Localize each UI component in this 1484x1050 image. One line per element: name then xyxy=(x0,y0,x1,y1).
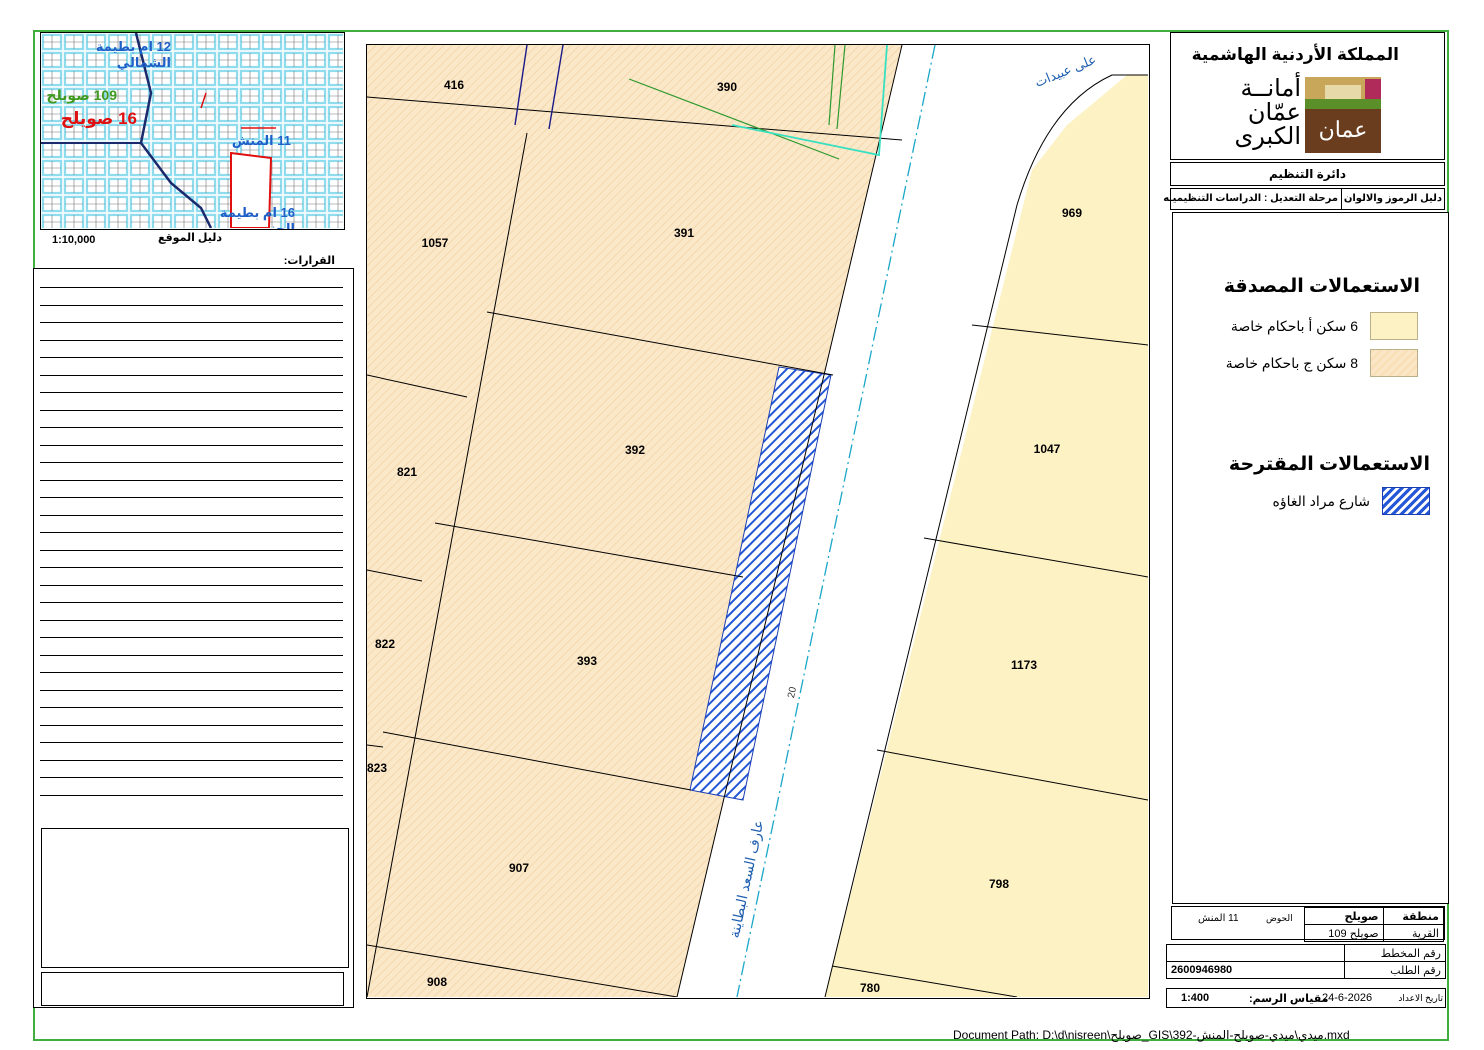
department-name: دائرة التنظيم xyxy=(1268,167,1347,181)
swatch-residential-c xyxy=(1370,349,1418,377)
parcel-number: 391 xyxy=(674,226,694,240)
legend-label: 6 سكن أ باحكام خاصة xyxy=(1230,317,1358,334)
location-map-title: دليل الموقع xyxy=(157,232,222,244)
decisions-label: القرارات: xyxy=(283,255,335,267)
plan-request-table: رقم المخطط رقم الطلب 2600946980 xyxy=(1166,944,1446,979)
location-label-um-butaima-north: 12 ام بطيمة الشمالي xyxy=(95,39,171,70)
prep-date-value: 24-6-2026 xyxy=(1322,992,1373,1004)
scale-label: مقياس الرسم: xyxy=(1249,993,1329,1005)
legend-label: شارع مراد الغاؤه xyxy=(1272,492,1370,509)
parcel-number: 907 xyxy=(509,861,529,875)
parcel-number: 1057 xyxy=(422,236,449,250)
parcel-number: 390 xyxy=(717,80,737,94)
parcel-map: 416 390 391 1057 821 392 822 393 823 907… xyxy=(367,45,1149,998)
zone-table: منطقة صويلح القرية صويلح 109 xyxy=(1304,907,1445,942)
parcel-number: 416 xyxy=(444,78,464,92)
parcel-number: 823 xyxy=(367,761,387,775)
basin-value: 11 المنش xyxy=(1198,913,1239,924)
legend-guide-label: دليل الرموز والالوان xyxy=(1343,193,1442,204)
location-label-sweileh-16: 16 صويلح xyxy=(60,109,137,128)
date-scale-box: تاريخ الاعداد 24-6-2026 مقياس الرسم: 1:4… xyxy=(1166,988,1446,1008)
parcel-number: 908 xyxy=(427,975,447,989)
request-no-value: 2600946980 xyxy=(1166,961,1345,979)
request-no-label: رقم الطلب xyxy=(1344,961,1446,979)
approved-uses-title: الاستعمالات المصدقة xyxy=(1223,276,1420,297)
street-width-label: 20 xyxy=(786,685,799,699)
legend-item-road-cancel: شارع مراد الغاؤه xyxy=(1272,487,1430,515)
zone-value: صويلح xyxy=(1304,907,1384,925)
swatch-road-cancel xyxy=(1382,487,1430,515)
gam-logo-icon: عمان xyxy=(1305,77,1381,153)
stamp-box xyxy=(41,972,344,1006)
legend-label: 8 سكن ج باحكام خاصة xyxy=(1225,354,1358,371)
legend-header-box: دليل الرموز والالوان مرحلة التعديل : الد… xyxy=(1163,188,1445,210)
parcel-number: 392 xyxy=(625,443,645,457)
parcel-number: 780 xyxy=(860,981,880,995)
parcel-number: 821 xyxy=(397,465,417,479)
plan-no-label: رقم المخطط xyxy=(1344,944,1446,962)
parcel-number: 1047 xyxy=(1034,442,1061,456)
proposed-uses-title: الاستعمالات المقترحة xyxy=(1228,454,1430,475)
legend-item-residential-c: 8 سكن ج باحكام خاصة xyxy=(1226,349,1418,377)
swatch-residential-a xyxy=(1370,312,1418,340)
village-label: القرية xyxy=(1382,924,1445,942)
location-label-um-butaima-south: 16 ام بطيمة الجنوبي xyxy=(219,205,295,230)
parcel-number: 798 xyxy=(989,877,1009,891)
logo-text-alkubra: الكبرى xyxy=(1234,123,1301,150)
logo-text-amman: عمّان xyxy=(1247,99,1301,126)
logo-text-amanah: أمانــة xyxy=(1240,75,1301,102)
location-label-sweileh-109: 109 صويلح xyxy=(46,87,117,103)
legend-box: الاستعمالات المصدقة 6 سكن أ باحكام خاصة … xyxy=(1172,212,1449,904)
plan-no-value xyxy=(1166,944,1345,962)
title-block: المملكة الأردنية الهاشمية أمانــة عمّان … xyxy=(1170,32,1445,160)
parcel-number: 393 xyxy=(577,654,597,668)
parcel-number: 1173 xyxy=(1011,658,1037,672)
amendment-stage: مرحلة التعديل : الدراسات التنظيميـه xyxy=(1163,193,1338,204)
signature-box xyxy=(41,828,349,968)
decisions-lines xyxy=(40,287,343,812)
prep-date-label: تاريخ الاعداد xyxy=(1398,993,1443,1003)
scale-value: 1:400 xyxy=(1181,992,1210,1004)
department-box: دائرة التنظيم xyxy=(1170,162,1445,186)
parcel-info-box: منطقة صويلح القرية صويلح 109 الحوض 11 المن… xyxy=(1171,906,1445,942)
svg-text:عمان: عمان xyxy=(1319,117,1368,142)
basin-label: الحوض xyxy=(1266,913,1293,923)
zone-label: منطقة xyxy=(1382,907,1445,925)
village-value: صويلح 109 xyxy=(1304,924,1384,942)
location-label-manshi-11: 11 المنش xyxy=(231,133,291,148)
parcel-number: 969 xyxy=(1062,206,1082,220)
legend-header-divider xyxy=(1341,189,1342,209)
location-map: 12 ام بطيمة الشمالي 109 صويلح 16 صويلح 1… xyxy=(40,32,345,230)
main-map: 416 390 391 1057 821 392 822 393 823 907… xyxy=(366,44,1150,999)
document-path: Document Path: D:\d\nisreen\صويلح_GIS\مي… xyxy=(953,1028,1350,1042)
parcel-number: 822 xyxy=(375,637,395,651)
location-map-scale: 1:10,000 xyxy=(52,234,96,246)
kingdom-title: المملكة الأردنية الهاشمية xyxy=(1191,45,1399,64)
legend-item-residential-a: 6 سكن أ باحكام خاصة xyxy=(1231,312,1418,340)
gam-logo: أمانــة عمّان الكبرى عمان xyxy=(1221,77,1381,153)
